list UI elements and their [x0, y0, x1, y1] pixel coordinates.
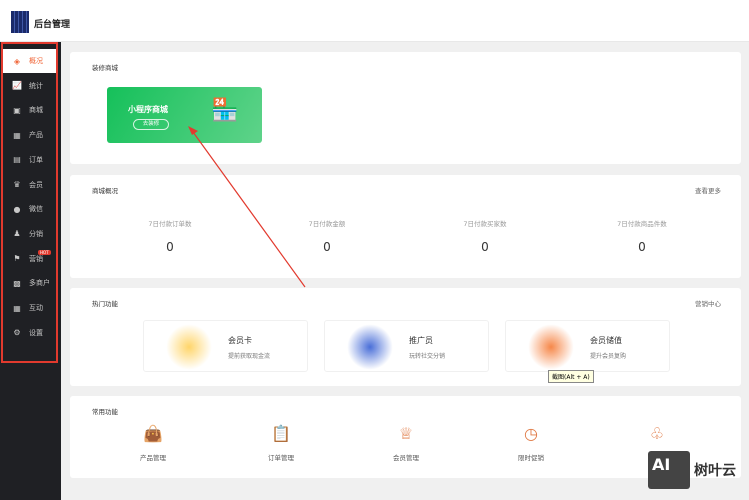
store-icon: ▣ — [13, 105, 21, 115]
stat-label: 7日付款商品件数 — [617, 220, 667, 228]
crown-icon: ♛ — [13, 180, 21, 189]
feature-label: 会员管理 — [393, 454, 419, 462]
sidebar-item-2[interactable]: ▣ 商城 — [3, 98, 56, 122]
feature-icon: ♕ — [398, 424, 414, 443]
common-feature-item[interactable]: 👜 产品管理 — [113, 424, 193, 462]
watermark-logo: AI — [648, 451, 690, 489]
tile-title: 小程序商城 — [128, 105, 168, 114]
sidebar-item-label: 会员 — [29, 180, 43, 189]
sidebar-item-label: 产品 — [29, 131, 43, 140]
common-feature-item[interactable]: ♕ 会员管理 — [366, 424, 446, 462]
sidebar-item-label: 商城 — [29, 106, 43, 115]
chart-icon: 📈 — [12, 81, 22, 91]
sidebar-item-7[interactable]: ♟ 分销 — [3, 222, 56, 246]
sidebar-item-label: 分销 — [29, 229, 43, 238]
stat-label: 7日付款订单数 — [148, 220, 192, 228]
stat-value: 0 — [638, 240, 646, 254]
section-title: 常用功能 — [92, 408, 118, 416]
sidebar-item-3[interactable]: ▦ 产品 — [3, 123, 56, 147]
sidebar-item-label: 微信 — [29, 205, 43, 214]
feature-name: 会员储值 — [590, 336, 622, 345]
feature-icon: 👜 — [143, 424, 163, 443]
feature-desc: 提升会员复购 — [590, 353, 627, 360]
stat-value: 0 — [481, 240, 489, 254]
shop-icon: 🏪 — [211, 98, 239, 123]
section-title: 装修商城 — [92, 64, 118, 72]
watermark: AI 树叶云 — [648, 451, 736, 489]
feature-icon: 📋 — [271, 424, 291, 443]
app-logo — [11, 11, 29, 33]
hot-feature-card[interactable]: 推广员 玩转社交分销 — [324, 320, 489, 372]
feature-label: 订单管理 — [268, 454, 294, 462]
section-title: 商城概况 — [92, 187, 118, 195]
app-title: 后台管理 — [34, 20, 71, 30]
common-features-card: 常用功能 👜 产品管理 📋 订单管理 ♕ 会员管理 ◷ 限时促销 ♧ — [70, 396, 741, 478]
sidebar-item-10[interactable]: ▦ 互动 — [3, 296, 56, 320]
sidebar-item-4[interactable]: ▤ 订单 — [3, 148, 56, 172]
sidebar-item-label: 订单 — [29, 155, 43, 164]
layers-icon: ◈ — [13, 56, 21, 66]
hot-feature-card[interactable]: 会员储值提升会员复购 — [505, 320, 670, 372]
sidebar-item-1[interactable]: 📈 统计 — [3, 74, 56, 98]
sidebar-item-label: 统计 — [29, 81, 43, 90]
clipboard-icon: ▤ — [13, 155, 21, 165]
feature-desc: 玩转社交分销 — [409, 353, 446, 360]
flag-icon: ⚑ — [13, 254, 21, 264]
gear-icon: ⚙ — [13, 328, 21, 338]
common-feature-item[interactable]: 📋 订单管理 — [241, 424, 321, 462]
feature-name: 会员卡 — [228, 336, 252, 345]
sidebar-item-11[interactable]: ⚙ 设置 — [3, 321, 56, 345]
common-feature-item[interactable]: ◷ 限时促销 — [491, 424, 571, 462]
common-feature-item[interactable]: ♧ — [617, 424, 697, 452]
feature-desc: 提前获取现金流 — [228, 353, 271, 360]
feature-illustration — [347, 324, 393, 370]
feature-label: 限时促销 — [518, 454, 544, 462]
hot-features-card: 热门功能 营销中心 会员卡 提前获取现金流 推广员 玩转社交分销 会员储值 提升会员复购 — [70, 288, 741, 386]
sidebar-item-label: 营销 — [29, 254, 43, 263]
sidebar-item-9[interactable]: ▩ 多商户 — [3, 271, 56, 295]
sidebar-item-6[interactable]: ● 微信 — [3, 197, 56, 221]
feature-name: 推广员 — [409, 336, 433, 345]
apps-icon: ▦ — [13, 303, 21, 313]
feature-label: 产品管理 — [140, 454, 166, 462]
sidebar-item-8[interactable]: ⚑ 营销 HOT — [3, 247, 56, 271]
marketing-center-link[interactable]: 营销中心 — [695, 298, 721, 308]
sidebar-item-0[interactable]: ◈ 概况 — [3, 49, 56, 73]
hot-feature-card[interactable]: 会员卡提前获取现金流 — [143, 320, 308, 372]
feature-illustration — [528, 324, 574, 370]
decorate-button[interactable]: 去装修 — [133, 119, 169, 130]
sidebar-item-label: 设置 — [29, 328, 43, 337]
stat-value: 0 — [166, 240, 174, 254]
overview-card: 商城概况 查看更多 7日付款订单数 0 7日付款金额 0 7日付款买家数 0 7日付款商品件… — [70, 175, 741, 278]
watermark-text: 树叶云 — [694, 463, 736, 479]
feature-icon: ♧ — [649, 424, 665, 443]
stat-item: 7日付款金额 0 — [267, 218, 387, 254]
grid-icon: ▦ — [13, 130, 21, 140]
stat-label: 7日付款买家数 — [463, 220, 507, 228]
stat-label: 7日付款金额 — [308, 220, 346, 228]
sidebar-item-label: 多商户 — [29, 279, 50, 288]
sidebar-item-label: 互动 — [29, 304, 43, 312]
shop-icon: ▩ — [13, 278, 21, 288]
stat-value: 0 — [323, 240, 331, 254]
decorate-card: 装修商城 小程序商城 去装修 🏪 — [70, 52, 741, 164]
hot-badge: HOT — [38, 249, 51, 255]
view-more-link[interactable]: 查看更多 — [695, 185, 721, 195]
user-icon: ♟ — [13, 229, 21, 239]
stat-item: 7日付款订单数 0 — [110, 218, 230, 254]
stat-item: 7日付款商品件数 0 — [582, 218, 702, 254]
top-bar: 后台管理 — [0, 0, 749, 42]
feature-icon: ◷ — [524, 424, 538, 443]
stat-item: 7日付款买家数 0 — [425, 218, 545, 254]
sidebar-item-label: 概况 — [29, 57, 43, 65]
wechat-icon: ● — [13, 204, 21, 214]
mini-program-tile[interactable]: 小程序商城 去装修 🏪 — [107, 87, 262, 143]
section-title: 热门功能 — [92, 300, 118, 308]
feature-illustration — [166, 324, 212, 370]
sidebar-item-5[interactable]: ♛ 会员 — [3, 173, 56, 197]
sidebar: ◈ 概况 📈 统计 ▣ 商城 ▦ 产品 ▤ 订单 ♛ 会员 ● 微信 ♟ 分销 ⚑ 营销 HOT ▩ 多商户 ▦ 互动 ⚙ 设置 — [0, 42, 61, 500]
screenshot-tooltip: 截图(Alt + A) — [548, 370, 594, 383]
